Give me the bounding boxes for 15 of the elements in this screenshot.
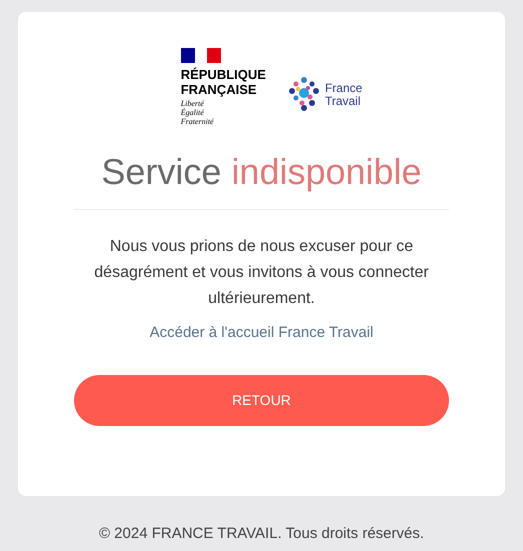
motto-text: Liberté	[180, 99, 205, 108]
copyright-text: © 2024 FRANCE TRAVAIL. Tous droits réservés.	[98, 524, 424, 544]
flag-icon	[180, 48, 221, 63]
title-accent: indisponible	[231, 150, 422, 194]
home-link[interactable]: Accéder à l'accueil France Travail	[150, 322, 374, 344]
title-text: Service	[101, 150, 222, 194]
motto-text: Égalité	[180, 108, 205, 117]
republic-name: RÉPUBLIQUE	[180, 67, 266, 82]
motto-text: Fraternité	[180, 117, 215, 126]
message-text: Nous vous prions de nous excuser pour ce désagrément et vous invitons à vous connecter ultérieurement.	[93, 237, 430, 309]
agency-name: Travail	[324, 94, 362, 108]
back-button[interactable]: RETOUR	[74, 374, 449, 426]
dots-logo-icon	[288, 77, 320, 112]
agency-name: France	[324, 82, 362, 94]
republic-name: FRANÇAISE	[180, 82, 258, 97]
